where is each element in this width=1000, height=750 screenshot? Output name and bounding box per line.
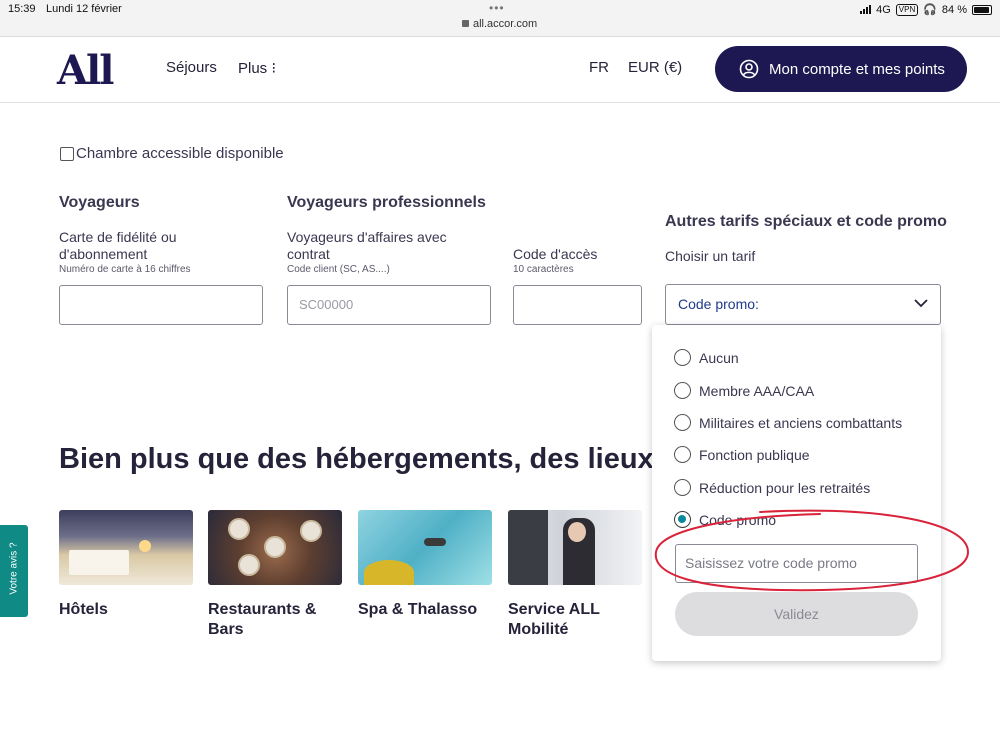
business-contract-label: Voyageurs d'affaires avec contrat: [287, 229, 447, 262]
pool-image: [358, 510, 492, 585]
rate-dropdown-panel: Aucun Membre AAA/CAA Militaires et ancie…: [652, 325, 941, 661]
user-icon: [739, 59, 759, 79]
rate-option-promo-code[interactable]: Code promo: [674, 511, 776, 528]
url-text: all.accor.com: [473, 18, 538, 30]
loyalty-card-hint: Numéro de carte à 16 chiffres: [59, 264, 191, 275]
option-label: Membre AAA/CAA: [699, 382, 815, 399]
nav-sejours[interactable]: Séjours: [166, 59, 217, 76]
nav-plus-label: Plus: [238, 60, 268, 77]
rate-option-aucun[interactable]: Aucun: [674, 349, 739, 366]
card-title: Restaurants & Bars: [208, 601, 317, 638]
access-code-hint: 10 caractères: [513, 264, 574, 275]
pro-travelers-heading: Voyageurs professionnels: [287, 194, 486, 211]
site-header: All Séjours Plus ⁝ FR EUR (€) Mon compte…: [0, 37, 1000, 103]
client-code-hint: Code client (SC, AS....): [287, 264, 390, 275]
hotel-room-image: [59, 510, 193, 585]
more-dots-icon: ⁝: [267, 60, 277, 77]
rate-option-aaa[interactable]: Membre AAA/CAA: [674, 382, 814, 399]
card-hotels[interactable]: Hôtels: [59, 510, 193, 620]
special-rates-heading: Autres tarifs spéciaux et code promo: [665, 213, 947, 230]
option-label: Réduction pour les retraités: [699, 479, 871, 496]
headphones-icon: 🎧: [923, 4, 937, 16]
restaurant-table-image: [208, 510, 342, 585]
battery-percent: 84 %: [941, 3, 967, 16]
accessible-room-option[interactable]: Chambre accessible disponible: [60, 145, 284, 162]
choose-rate-label: Choisir un tarif: [665, 248, 756, 264]
radio-button[interactable]: [674, 479, 691, 496]
mobility-image: [508, 510, 642, 585]
section-title: Bien plus que des hébergements, des lieu…: [59, 443, 654, 475]
currency-selector[interactable]: EUR (€): [628, 59, 682, 76]
radio-button-selected[interactable]: [674, 511, 691, 528]
loyalty-card-input[interactable]: [59, 285, 263, 325]
loyalty-card-label: Carte de fidélité ou d'abonnement: [59, 229, 177, 262]
lock-icon: [462, 20, 469, 27]
option-label: Fonction publique: [699, 446, 810, 463]
access-code-label: Code d'accès: [513, 246, 598, 262]
rate-option-retirees[interactable]: Réduction pour les retraités: [674, 479, 870, 496]
accessible-room-label: Chambre accessible disponible: [76, 145, 284, 162]
accessible-room-checkbox[interactable]: [60, 146, 74, 161]
address-bar[interactable]: all.accor.com: [462, 18, 537, 30]
feedback-tab[interactable]: Votre avis ?: [0, 525, 28, 617]
network-label: 4G: [876, 3, 891, 16]
battery-icon: [972, 4, 992, 15]
rate-select-value: Code promo:: [678, 296, 759, 312]
radio-button[interactable]: [674, 382, 691, 399]
travelers-heading: Voyageurs: [59, 194, 140, 211]
logo[interactable]: All: [57, 47, 114, 94]
option-label: Militaires et anciens combattants: [699, 414, 903, 431]
access-code-input[interactable]: [513, 285, 642, 325]
chevron-down-icon: [914, 299, 928, 308]
card-spa[interactable]: Spa & Thalasso: [358, 510, 492, 620]
rate-select[interactable]: Code promo:: [665, 284, 941, 325]
client-code-input[interactable]: SC00000: [287, 285, 491, 325]
card-mobility[interactable]: Service ALL Mobilité: [508, 510, 642, 640]
account-button[interactable]: Mon compte et mes points: [715, 46, 967, 92]
card-title: Hôtels: [59, 601, 108, 618]
rate-option-public-service[interactable]: Fonction publique: [674, 446, 810, 463]
signal-icon: [860, 5, 872, 14]
radio-button[interactable]: [674, 446, 691, 463]
promo-code-input[interactable]: Saisissez votre code promo: [675, 544, 918, 583]
language-selector[interactable]: FR: [589, 59, 609, 76]
option-label: Code promo: [699, 511, 777, 528]
rate-option-military[interactable]: Militaires et anciens combattants: [674, 414, 902, 431]
card-restaurants[interactable]: Restaurants & Bars: [208, 510, 342, 640]
browser-more-icon[interactable]: •••: [489, 1, 505, 15]
status-date: Lundi 12 février: [46, 3, 122, 15]
option-label: Aucun: [699, 349, 739, 366]
status-bar: 15:39 Lundi 12 février ••• all.accor.com…: [0, 0, 1000, 37]
vpn-badge: VPN: [895, 3, 919, 16]
status-indicators: 4G VPN 🎧 84 %: [860, 3, 992, 16]
account-button-label: Mon compte et mes points: [769, 60, 945, 78]
radio-button[interactable]: [674, 349, 691, 366]
card-title: Spa & Thalasso: [358, 601, 478, 618]
feedback-label: Votre avis ?: [8, 542, 20, 595]
status-time: 15:39: [8, 3, 36, 15]
radio-button[interactable]: [674, 414, 691, 431]
nav-plus[interactable]: Plus ⁝: [238, 59, 276, 77]
card-title: Service ALL Mobilité: [508, 601, 600, 638]
validate-button[interactable]: Validez: [675, 592, 918, 636]
